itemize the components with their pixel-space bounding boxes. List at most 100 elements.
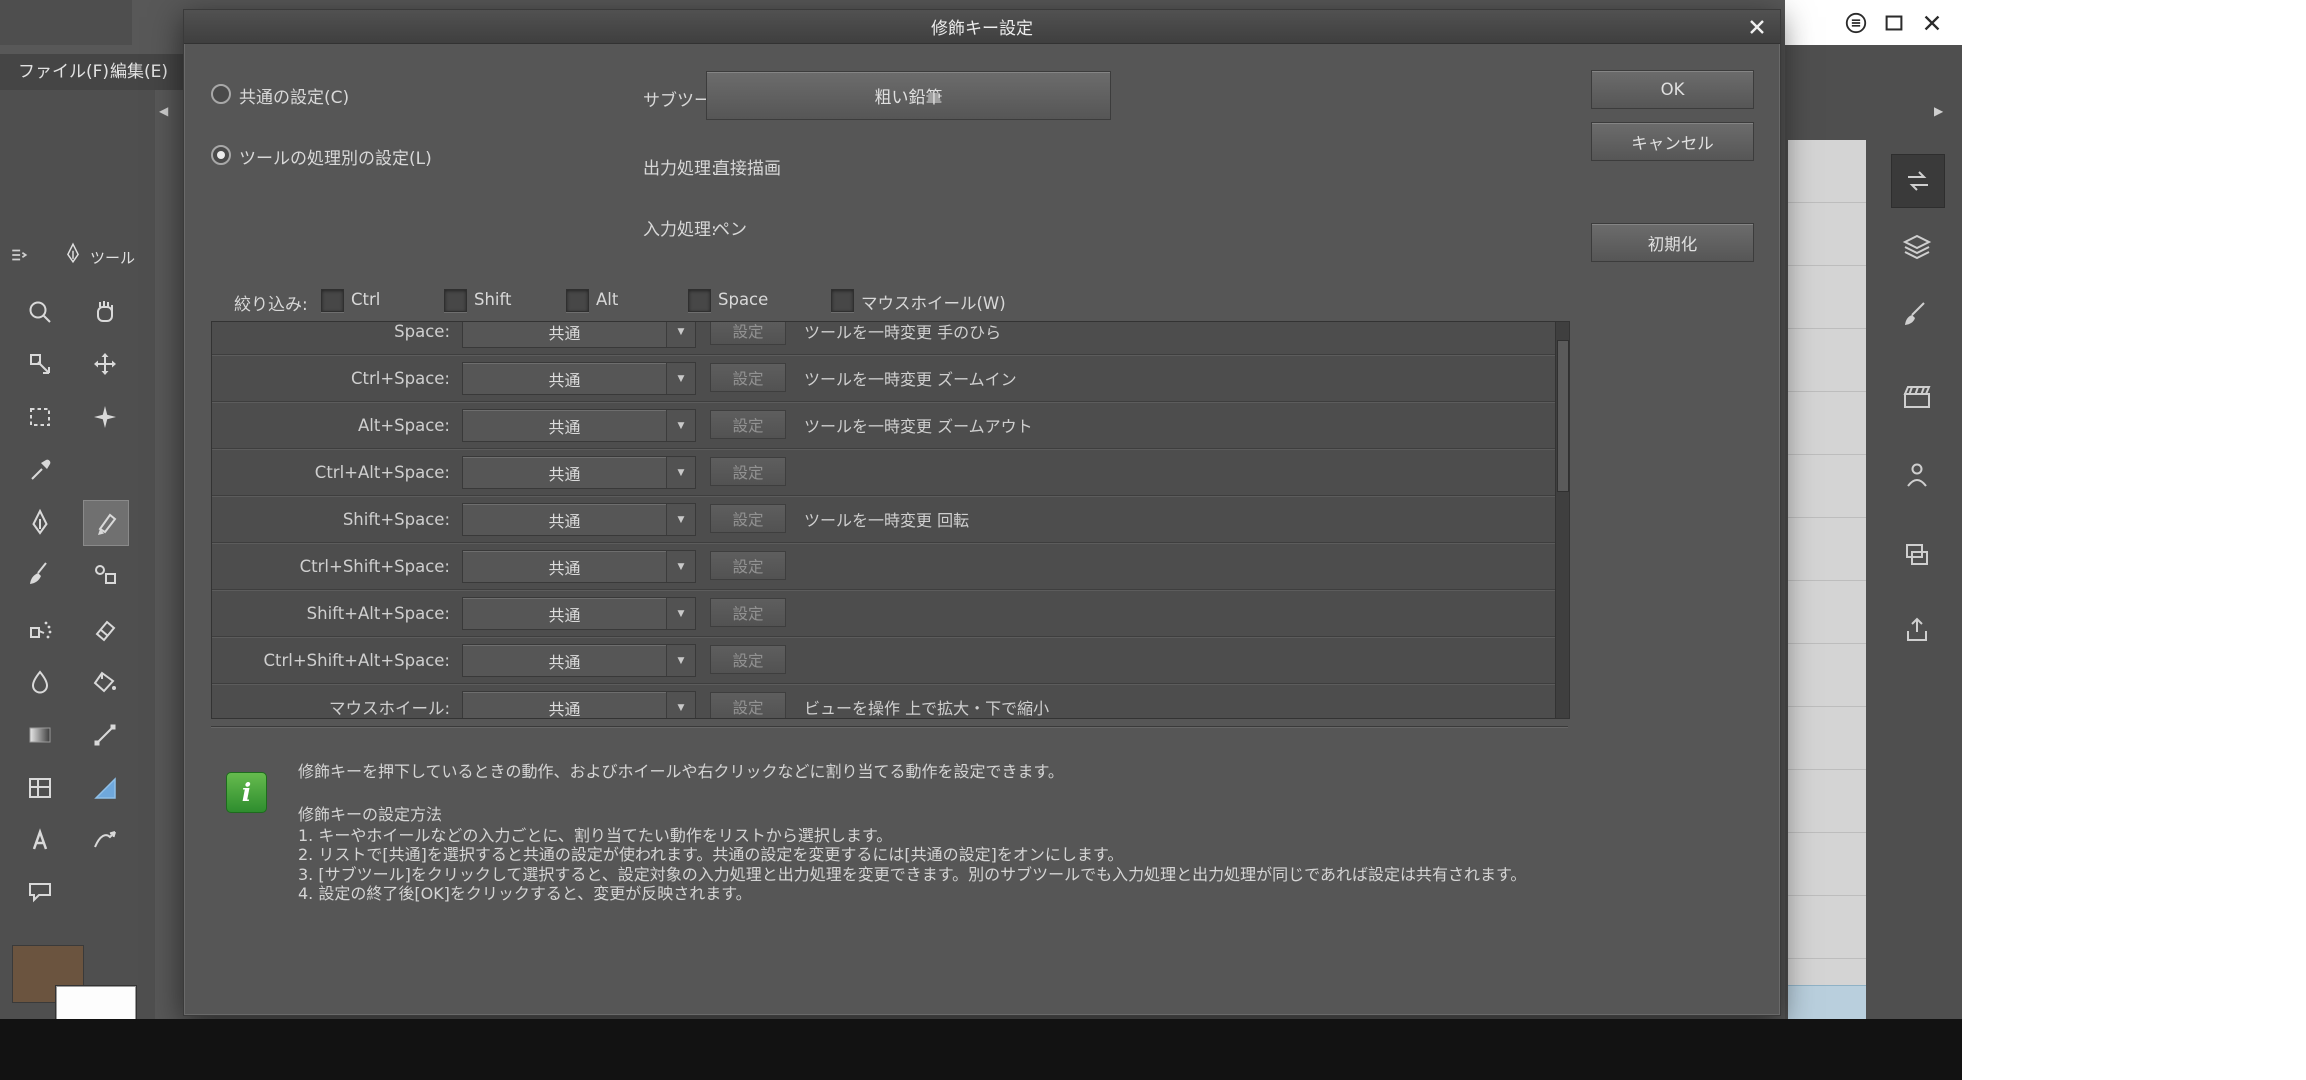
filter-alt-checkbox[interactable] bbox=[566, 289, 589, 312]
text-tool-icon[interactable] bbox=[18, 818, 62, 862]
filter-space-checkbox[interactable] bbox=[688, 289, 711, 312]
decoration-tool-icon[interactable] bbox=[83, 552, 127, 596]
gradient-tool-icon[interactable] bbox=[18, 713, 62, 757]
action-dropdown[interactable]: 共通 ▼ bbox=[462, 597, 696, 630]
export-icon[interactable] bbox=[1891, 604, 1943, 656]
tone-brush-icon[interactable] bbox=[1891, 289, 1943, 341]
pencil-tool-icon[interactable] bbox=[83, 500, 129, 546]
action-dropdown[interactable]: 共通 ▼ bbox=[462, 321, 696, 348]
chevron-down-icon: ▼ bbox=[666, 598, 695, 629]
fill-tool-icon[interactable] bbox=[83, 660, 127, 704]
maximize-icon[interactable] bbox=[1880, 9, 1908, 37]
animation-clapper-icon[interactable] bbox=[1891, 371, 1943, 423]
table-row: Ctrl+Shift+Alt+Space: 共通 ▼ 設定 bbox=[212, 637, 1569, 684]
panel-menu-icon[interactable] bbox=[10, 246, 28, 268]
brush-tool-icon[interactable] bbox=[18, 552, 62, 596]
filter-ctrl-label[interactable]: Ctrl bbox=[351, 290, 380, 309]
dialog-close-icon[interactable] bbox=[1744, 14, 1770, 40]
row-action-description: ツールを一時変更 手のひら bbox=[804, 321, 1001, 354]
row-key: Shift+Alt+Space: bbox=[212, 590, 456, 636]
ok-button[interactable]: OK bbox=[1591, 70, 1754, 109]
filter-shift-label[interactable]: Shift bbox=[474, 290, 512, 309]
figure-tool-icon[interactable] bbox=[83, 713, 127, 757]
eraser-tool-icon[interactable] bbox=[83, 608, 127, 652]
action-dropdown[interactable]: 共通 ▼ bbox=[462, 550, 696, 583]
figure-model-icon[interactable] bbox=[1891, 449, 1943, 501]
eyedropper-tool-icon[interactable] bbox=[18, 448, 62, 492]
row-key: Alt+Space: bbox=[212, 402, 456, 448]
settings-button[interactable]: 設定 bbox=[710, 410, 786, 439]
row-action-description: ツールを一時変更 ズームアウト bbox=[804, 402, 1033, 448]
reset-button[interactable]: 初期化 bbox=[1591, 223, 1754, 262]
collapse-right-icon[interactable]: ▶ bbox=[1934, 104, 1943, 118]
frame-tool-icon[interactable] bbox=[18, 766, 62, 810]
blend-tool-icon[interactable] bbox=[18, 660, 62, 704]
settings-button[interactable]: 設定 bbox=[710, 598, 786, 627]
radio-common-settings-label[interactable]: 共通の設定(C) bbox=[239, 83, 349, 108]
menu-file[interactable]: ファイル(F) bbox=[18, 54, 109, 90]
action-dropdown[interactable]: 共通 ▼ bbox=[462, 409, 696, 442]
info-step-4: 4. 設定の終了後[OK]をクリックすると、変更が反映されます。 bbox=[298, 880, 752, 904]
zoom-tool-icon[interactable] bbox=[18, 290, 62, 334]
row-key: マウスホイール: bbox=[212, 684, 456, 719]
menu-edit[interactable]: 編集(E) bbox=[110, 54, 168, 90]
chevron-down-icon: ▼ bbox=[666, 645, 695, 676]
row-key: Ctrl+Shift+Alt+Space: bbox=[212, 637, 456, 683]
settings-button[interactable]: 設定 bbox=[710, 551, 786, 580]
ruler-tool-icon[interactable] bbox=[83, 766, 127, 810]
marquee-tool-icon[interactable] bbox=[18, 395, 62, 439]
row-key: Space: bbox=[212, 321, 456, 354]
collapse-left-icon[interactable]: ◀ bbox=[159, 104, 168, 118]
action-dropdown[interactable]: 共通 ▼ bbox=[462, 362, 696, 395]
auto-select-tool-icon[interactable] bbox=[83, 395, 127, 439]
hand-tool-icon[interactable] bbox=[83, 290, 127, 334]
layers-icon[interactable] bbox=[1891, 221, 1943, 273]
panel-hamburger-icon[interactable] bbox=[1842, 9, 1870, 37]
filter-mousewheel-label[interactable]: マウスホイール(W) bbox=[861, 290, 1006, 314]
row-key: Ctrl+Alt+Space: bbox=[212, 449, 456, 495]
layer-list-selected-row[interactable] bbox=[1788, 985, 1866, 1020]
pen-tool-icon[interactable] bbox=[18, 500, 62, 544]
settings-button[interactable]: 設定 bbox=[710, 645, 786, 674]
cancel-button[interactable]: キャンセル bbox=[1591, 122, 1754, 161]
settings-button[interactable]: 設定 bbox=[710, 321, 786, 345]
action-dropdown[interactable]: 共通 ▼ bbox=[462, 503, 696, 536]
row-key: Ctrl+Shift+Space: bbox=[212, 543, 456, 589]
settings-button[interactable]: 設定 bbox=[710, 457, 786, 486]
layer-list[interactable] bbox=[1788, 140, 1866, 1019]
action-dropdown[interactable]: 共通 ▼ bbox=[462, 644, 696, 677]
app-titlebar-fragment bbox=[0, 0, 183, 54]
radio-per-tool-settings-label[interactable]: ツールの処理別の設定(L) bbox=[239, 144, 432, 169]
table-scrollbar[interactable] bbox=[1555, 322, 1569, 718]
radio-per-tool-settings[interactable] bbox=[211, 145, 231, 165]
settings-button[interactable]: 設定 bbox=[710, 692, 786, 719]
duplicate-layer-icon[interactable] bbox=[1891, 529, 1943, 581]
action-dropdown[interactable]: 共通 ▼ bbox=[462, 691, 696, 719]
operate-tool-icon[interactable] bbox=[18, 342, 62, 386]
row-action-description: ツールを一時変更 回転 bbox=[804, 496, 969, 542]
row-key: Ctrl+Space: bbox=[212, 355, 456, 401]
swap-colors-icon[interactable] bbox=[1891, 154, 1945, 208]
filter-mousewheel-checkbox[interactable] bbox=[831, 289, 854, 312]
table-row: Shift+Space: 共通 ▼ 設定 ツールを一時変更 回転 bbox=[212, 496, 1569, 543]
app-titlebar-dark-block bbox=[0, 0, 132, 45]
scrollbar-thumb[interactable] bbox=[1557, 340, 1569, 492]
line-correct-tool-icon[interactable] bbox=[83, 818, 127, 862]
filter-space-label[interactable]: Space bbox=[718, 290, 768, 309]
settings-button[interactable]: 設定 bbox=[710, 363, 786, 392]
filter-shift-checkbox[interactable] bbox=[444, 289, 467, 312]
move-tool-icon[interactable] bbox=[83, 342, 127, 386]
filter-ctrl-checkbox[interactable] bbox=[321, 289, 344, 312]
subtool-button[interactable]: 粗い鉛筆 bbox=[706, 71, 1111, 120]
settings-button[interactable]: 設定 bbox=[710, 504, 786, 533]
radio-common-settings[interactable] bbox=[211, 84, 231, 104]
balloon-tool-icon[interactable] bbox=[18, 870, 62, 914]
key-assignment-table: Space: 共通 ▼ 設定 ツールを一時変更 手のひら Ctrl+Space:… bbox=[211, 321, 1570, 719]
action-dropdown[interactable]: 共通 ▼ bbox=[462, 456, 696, 489]
screen: ファイル(F) 編集(E) ツール bbox=[0, 0, 2306, 1080]
filter-alt-label[interactable]: Alt bbox=[596, 290, 618, 309]
close-window-icon[interactable] bbox=[1918, 9, 1946, 37]
table-row: Shift+Alt+Space: 共通 ▼ 設定 bbox=[212, 590, 1569, 637]
airbrush-tool-icon[interactable] bbox=[18, 608, 62, 652]
divider bbox=[211, 726, 1568, 728]
